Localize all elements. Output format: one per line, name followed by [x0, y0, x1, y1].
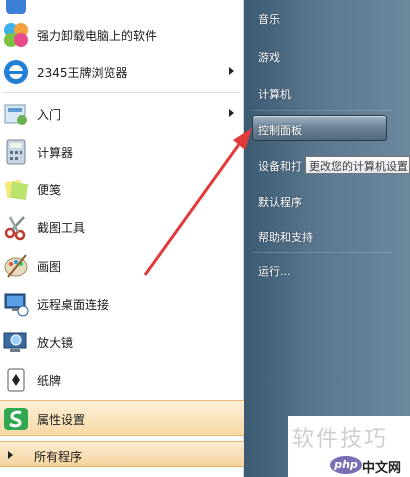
menu-item-run[interactable]: 运行...	[258, 263, 291, 279]
menu-item-help-support[interactable]: 帮助和支持	[258, 229, 313, 245]
separator	[252, 110, 392, 111]
program-label: 纸牌	[37, 374, 62, 388]
program-label: 画图	[37, 260, 62, 274]
program-item-magnifier[interactable]: 放大镜	[0, 324, 244, 360]
program-item-getting-started[interactable]: 入门	[0, 96, 244, 132]
program-item-property-settings[interactable]: 属性设置	[0, 400, 244, 436]
menu-item-games[interactable]: 游戏	[258, 49, 280, 65]
menu-item-computer[interactable]: 计算机	[258, 86, 291, 102]
watermark-title: 软件技巧	[292, 427, 389, 452]
uninstall-icon	[2, 21, 30, 49]
submenu-arrow-icon	[229, 109, 234, 117]
all-programs-button[interactable]: 所有程序	[0, 441, 244, 467]
browser-icon	[2, 58, 30, 86]
menu-item-default-programs[interactable]: 默认程序	[258, 194, 302, 210]
program-item-snipping-tool[interactable]: 截图工具	[0, 209, 244, 245]
snipping-tool-icon	[2, 213, 30, 241]
all-programs-label: 所有程序	[34, 450, 83, 464]
program-label: 放大镜	[37, 336, 74, 350]
program-label: 属性设置	[37, 413, 86, 427]
program-item-remote-desktop[interactable]: 远程桌面连接	[0, 286, 244, 322]
menu-item-control-panel[interactable]: 控制面板	[258, 122, 302, 138]
program-label: 远程桌面连接	[37, 298, 110, 312]
program-label: 2345王牌浏览器	[37, 66, 128, 80]
program-label: 入门	[37, 108, 62, 122]
program-item-sticky-notes[interactable]: 便笺	[0, 171, 244, 207]
remote-desktop-icon	[2, 290, 30, 318]
program-item-solitaire[interactable]: 纸牌	[0, 362, 244, 398]
program-label: 截图工具	[37, 221, 86, 235]
program-label: 便笺	[37, 183, 62, 197]
paint-icon	[2, 252, 30, 280]
program-item-paint[interactable]: 画图	[0, 248, 244, 284]
separator	[252, 252, 392, 253]
calculator-icon	[2, 138, 30, 166]
getting-started-icon	[2, 100, 30, 128]
sticky-notes-icon	[2, 175, 30, 203]
program-item-uninstall[interactable]: 强力卸载电脑上的软件	[0, 17, 244, 53]
programs-pane: 强力卸载电脑上的软件 2345王牌浏览器 入门 计算器 便笺 截图工具 画图 远…	[0, 0, 244, 477]
watermark-subtitle: 中文网	[362, 461, 402, 476]
expand-arrow-icon	[8, 451, 13, 459]
program-label: 计算器	[37, 146, 74, 160]
watermark-logo: php	[330, 456, 362, 474]
magnifier-icon	[2, 328, 30, 356]
submenu-arrow-icon	[229, 67, 234, 75]
app-icon	[2, 0, 30, 18]
program-label: 强力卸载电脑上的软件	[37, 29, 158, 43]
menu-item-devices-printers[interactable]: 设备和打	[258, 158, 302, 174]
program-item-browser[interactable]: 2345王牌浏览器	[0, 54, 244, 90]
property-settings-icon	[2, 405, 30, 433]
separator	[4, 92, 240, 93]
program-item-calculator[interactable]: 计算器	[0, 134, 244, 170]
menu-item-music[interactable]: 音乐	[258, 11, 280, 27]
solitaire-icon	[2, 366, 30, 394]
tooltip: 更改您的计算机设置	[305, 156, 410, 174]
